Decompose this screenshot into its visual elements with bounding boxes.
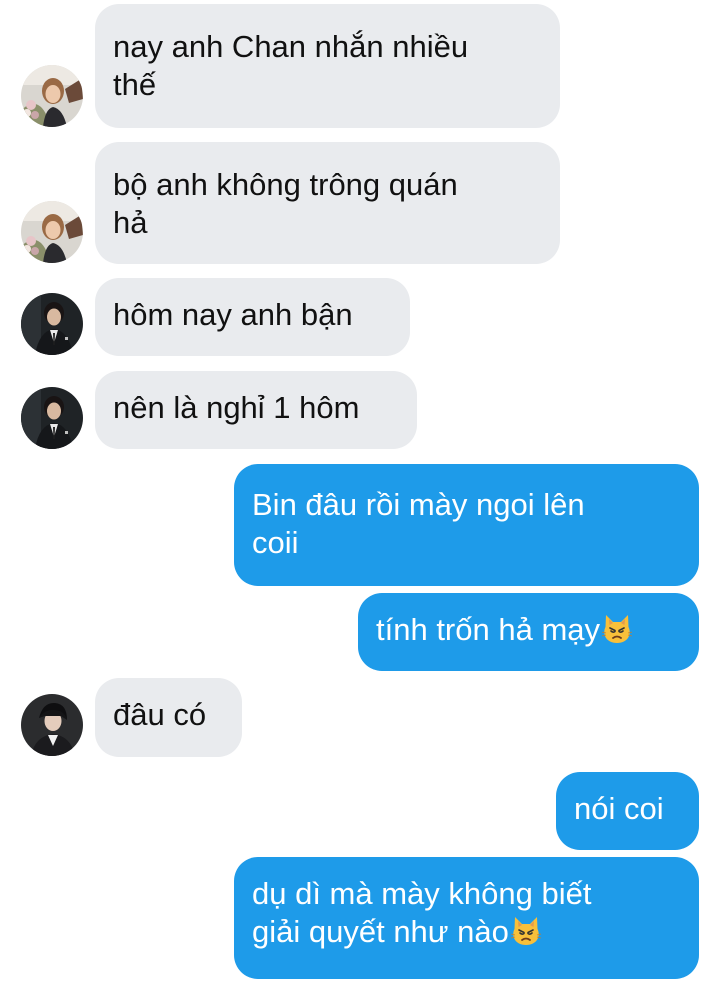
- message-text-line: giải quyết như nào: [252, 914, 509, 949]
- profile-photo-icon: [21, 201, 83, 263]
- profile-photo-icon: [21, 387, 83, 449]
- profile-photo-icon: [21, 293, 83, 355]
- avatar[interactable]: [21, 293, 83, 355]
- avatar[interactable]: [21, 65, 83, 127]
- message-text-line: nói coi: [574, 791, 664, 826]
- message-text-line: hôm nay anh bận: [113, 297, 353, 332]
- avatar[interactable]: [21, 694, 83, 756]
- message-text-line: Bin đâu rồi mày ngoi lên: [252, 487, 585, 522]
- message-bubble[interactable]: đâu có: [95, 678, 242, 757]
- message-bubble[interactable]: hôm nay anh bận: [95, 278, 410, 356]
- message-bubble[interactable]: tính trốn hả mạy: [358, 593, 699, 671]
- message-bubble[interactable]: bộ anh không trông quán hả: [95, 142, 560, 264]
- message-text-line: bộ anh không trông quán: [113, 167, 458, 202]
- message-text-line: hả: [113, 205, 148, 240]
- message-text-line: nên là nghỉ 1 hôm: [113, 390, 360, 425]
- message-bubble[interactable]: dụ dì mà mày không biết giải quyết như n…: [234, 857, 699, 979]
- avatar[interactable]: [21, 387, 83, 449]
- message-text-line: nay anh Chan nhắn nhiều: [113, 29, 469, 64]
- message-text-line: coii: [252, 525, 299, 560]
- message-bubble[interactable]: nên là nghỉ 1 hôm: [95, 371, 417, 449]
- profile-photo-icon: [21, 65, 83, 127]
- pouting-cat-emoji-icon: [601, 612, 633, 644]
- message-bubble[interactable]: nói coi: [556, 772, 699, 850]
- profile-photo-icon: [21, 694, 83, 756]
- message-text-line: dụ dì mà mày không biết: [252, 876, 592, 911]
- avatar[interactable]: [21, 201, 83, 263]
- pouting-cat-emoji-icon: [510, 914, 542, 946]
- message-text-line: đâu có: [113, 697, 207, 732]
- message-text-line: tính trốn hả mạy: [376, 612, 601, 647]
- message-bubble[interactable]: Bin đâu rồi mày ngoi lên coii: [234, 464, 699, 586]
- message-bubble[interactable]: nay anh Chan nhắn nhiều thế: [95, 4, 560, 128]
- message-text-line: thế: [113, 67, 157, 102]
